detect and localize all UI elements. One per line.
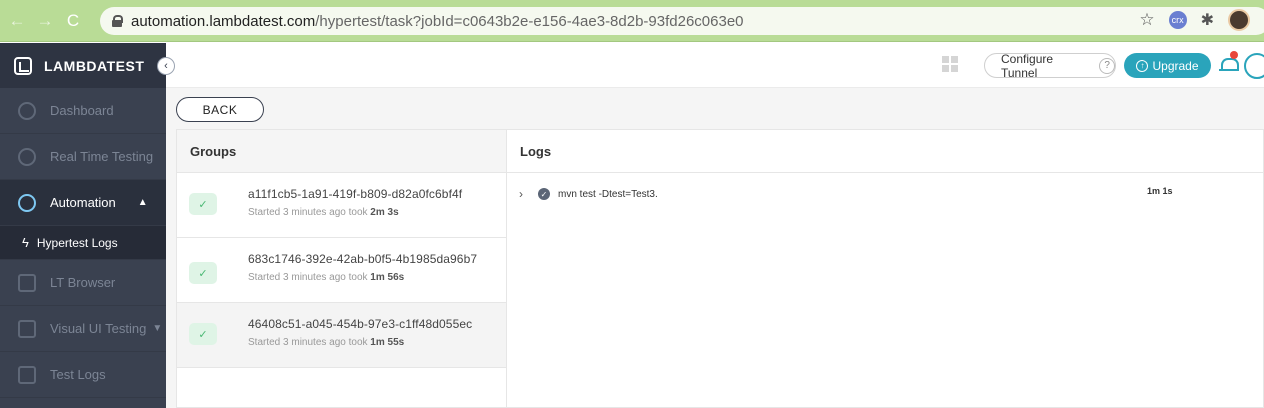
chevron-up-icon: ▲ (137, 197, 148, 208)
address-bar[interactable]: automation.lambdatest.com/hypertest/task… (100, 7, 1264, 35)
url-host: automation.lambdatest.com (131, 12, 316, 30)
sidebar-item-automation[interactable]: Automation ▲ (0, 180, 166, 226)
group-row[interactable]: ✓ 46408c51-a045-454b-97e3-c1ff48d055ec S… (177, 303, 507, 368)
browser-icon (18, 273, 36, 292)
groups-header: Groups (177, 130, 506, 173)
logs-panel: Logs › ✓ mvn test -Dtest=Test3. 1m 1s (506, 129, 1264, 408)
lambdatest-logo-icon (14, 56, 32, 75)
clock-icon (18, 147, 36, 166)
configure-tunnel-button[interactable]: Configure Tunnel ? (984, 51, 1116, 80)
top-header: Configure Tunnel ? ↑ Upgrade (166, 43, 1264, 88)
check-circle-icon: ✓ (538, 188, 550, 200)
group-meta: Started 3 minutes ago took 1m 56s (248, 272, 405, 283)
upgrade-button[interactable]: ↑ Upgrade (1124, 53, 1211, 78)
eye-screen-icon (18, 319, 36, 338)
sidebar-item-label: Automation (50, 195, 116, 210)
group-row[interactable]: ✓ a11f1cb5-1a91-419f-b809-d82a0fc6bf4f S… (177, 173, 507, 238)
sidebar-item-visual-ui-testing[interactable]: Visual UI Testing ▼ (0, 306, 166, 352)
bookmark-star-icon[interactable]: ☆ (1139, 10, 1154, 30)
sidebar-item-label: Test Logs (50, 367, 106, 382)
back-button[interactable]: BACK (176, 97, 264, 122)
extensions-puzzle-icon[interactable]: ✱ (1201, 10, 1214, 30)
group-id: a11f1cb5-1a91-419f-b809-d82a0fc6bf4f (248, 187, 463, 201)
sidebar-item-label: Visual UI Testing (50, 321, 147, 336)
sidebar-item-label: Real Time Testing (50, 149, 154, 164)
lock-icon (112, 15, 123, 27)
sidebar: LAMBDATEST Dashboard Real Time Testing A… (0, 43, 175, 408)
success-check-icon: ✓ (189, 262, 217, 284)
notification-badge (1230, 51, 1238, 59)
user-avatar[interactable] (1244, 53, 1264, 79)
sidebar-item-dashboard[interactable]: Dashboard (0, 88, 166, 134)
group-meta: Started 3 minutes ago took 1m 55s (248, 337, 405, 348)
log-duration: 1m 1s (1147, 186, 1173, 196)
extension-icon[interactable]: crx (1168, 11, 1187, 29)
group-row[interactable]: ✓ 683c1746-392e-42ab-b0f5-4b1985da96b7 S… (177, 238, 507, 303)
logs-header: Logs (507, 130, 1263, 173)
profile-avatar[interactable] (1228, 9, 1250, 31)
sidebar-item-label: Hypertest Logs (36, 235, 118, 250)
url-path: /hypertest/task?jobId=c0643b2e-e156-4ae3… (315, 12, 744, 30)
upgrade-label: Upgrade (1152, 58, 1199, 73)
collapse-sidebar-button[interactable]: ‹ (157, 57, 175, 75)
arrow-up-icon: ↑ (1136, 59, 1149, 72)
back-arrow-icon[interactable]: ← (6, 10, 28, 32)
sidebar-item-lt-browser[interactable]: LT Browser (0, 260, 166, 306)
group-duration: 1m 56s (370, 272, 405, 283)
sidebar-item-hypertest-logs[interactable]: ϟ Hypertest Logs (0, 226, 166, 260)
main-content: BACK Groups ✓ a11f1cb5-1a91-419f-b809-d8… (166, 88, 1264, 408)
group-meta: Started 3 minutes ago took 2m 3s (248, 207, 399, 218)
group-duration: 2m 3s (370, 207, 399, 218)
log-row[interactable]: › ✓ mvn test -Dtest=Test3. 1m 1s (507, 173, 1264, 213)
brand-name: LAMBDATEST (44, 57, 145, 74)
help-icon[interactable]: ? (1099, 57, 1115, 74)
sidebar-item-label: Dashboard (50, 103, 114, 118)
configure-tunnel-label: Configure Tunnel (1001, 51, 1054, 80)
groups-list: ✓ a11f1cb5-1a91-419f-b809-d82a0fc6bf4f S… (177, 173, 507, 368)
speedometer-icon (18, 101, 36, 120)
browser-toolbar: ← → C automation.lambdatest.com/hypertes… (0, 0, 1264, 42)
sidebar-item-label: LT Browser (50, 275, 116, 290)
group-duration: 1m 55s (370, 337, 405, 348)
cube-icon (18, 365, 36, 384)
success-check-icon: ✓ (189, 323, 217, 345)
forward-arrow-icon[interactable]: → (34, 10, 56, 32)
group-id: 683c1746-392e-42ab-b0f5-4b1985da96b7 (248, 252, 478, 266)
chevron-down-icon: ▼ (152, 323, 163, 334)
apps-grid-icon[interactable] (942, 56, 958, 72)
log-command: mvn test -Dtest=Test3. (558, 189, 658, 200)
brand[interactable]: LAMBDATEST (0, 43, 166, 88)
success-check-icon: ✓ (189, 193, 217, 215)
lightning-icon: ϟ (22, 235, 29, 250)
group-id: 46408c51-a045-454b-97e3-c1ff48d055ec (248, 317, 473, 331)
chevron-right-icon[interactable]: › (519, 187, 523, 201)
sidebar-item-real-time-testing[interactable]: Real Time Testing (0, 134, 166, 180)
reload-icon[interactable]: C (62, 10, 84, 32)
robot-icon (18, 193, 36, 212)
sidebar-item-test-logs[interactable]: Test Logs (0, 352, 166, 398)
groups-panel: Groups ✓ a11f1cb5-1a91-419f-b809-d82a0fc… (176, 129, 507, 408)
